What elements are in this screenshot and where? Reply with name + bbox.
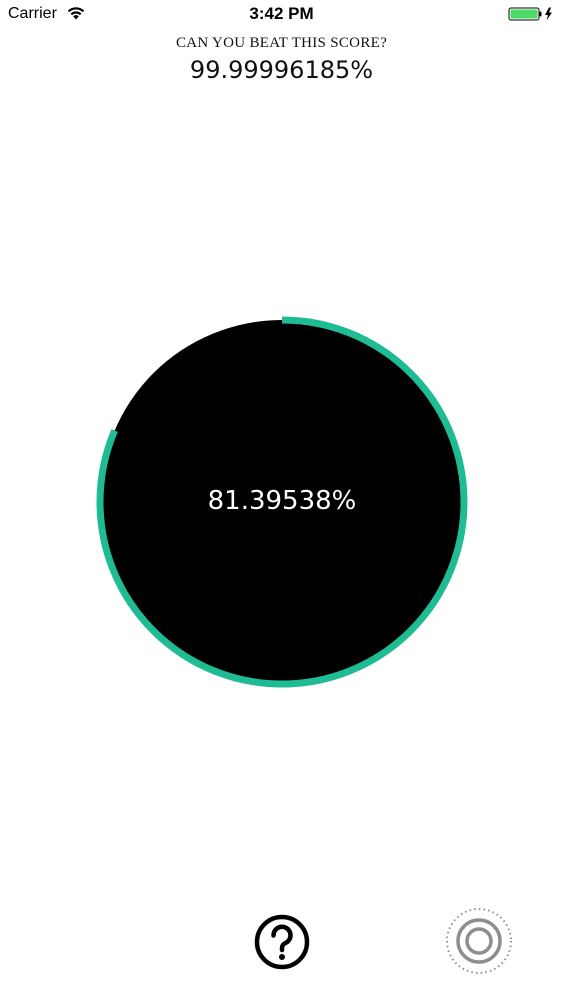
help-button[interactable] <box>253 913 311 971</box>
status-bar: Carrier 3:42 PM <box>0 0 563 30</box>
app-screen: Carrier 3:42 PM CAN YOU BEAT THIS SCORE?… <box>0 0 563 1000</box>
question-mark-circle-icon <box>254 914 310 970</box>
battery-charging-icon <box>508 7 552 21</box>
status-clock: 3:42 PM <box>249 4 314 23</box>
concentric-target-icon <box>446 908 512 974</box>
best-score: 99.99996185% <box>189 56 374 84</box>
current-score: 81.39538% <box>207 486 357 516</box>
challenge-label: CAN YOU BEAT THIS SCORE? <box>175 35 388 51</box>
target-button[interactable] <box>444 906 514 976</box>
